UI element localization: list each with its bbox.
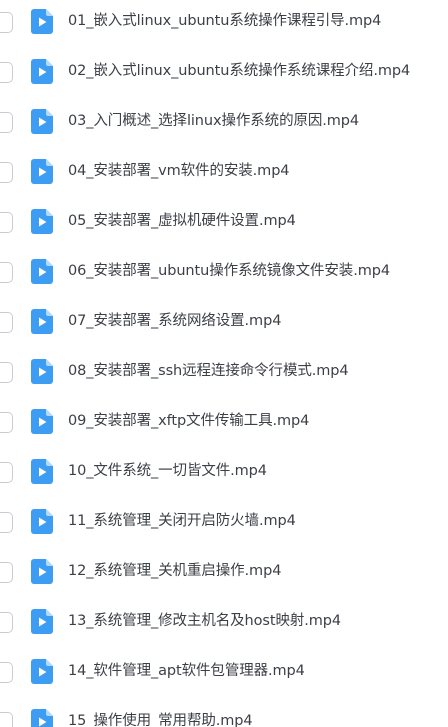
row-checkbox[interactable] (0, 612, 13, 633)
video-file-icon (31, 409, 53, 434)
row-checkbox[interactable] (0, 162, 13, 183)
row-checkbox[interactable] (0, 662, 13, 683)
video-file-icon (31, 709, 53, 727)
file-row[interactable]: 01_嵌入式linux_ubuntu系统操作课程引导.mp4 (0, 0, 448, 50)
file-row[interactable]: 08_安装部署_ssh远程连接命令行模式.mp4 (0, 350, 448, 400)
file-row[interactable]: 13_系统管理_修改主机名及host映射.mp4 (0, 600, 448, 650)
video-file-icon (31, 159, 53, 184)
file-name: 15_操作使用_常用帮助.mp4 (68, 713, 253, 727)
video-file-icon (31, 209, 53, 234)
video-file-icon (31, 609, 53, 634)
row-checkbox[interactable] (0, 262, 13, 283)
file-name: 11_系统管理_关闭开启防火墙.mp4 (68, 513, 296, 529)
row-checkbox[interactable] (0, 712, 13, 727)
file-name: 09_安装部署_xftp文件传输工具.mp4 (68, 413, 310, 429)
video-file-icon (31, 309, 53, 334)
row-checkbox[interactable] (0, 112, 13, 133)
row-checkbox[interactable] (0, 62, 13, 83)
file-row[interactable]: 09_安装部署_xftp文件传输工具.mp4 (0, 400, 448, 450)
file-name: 05_安装部署_虚拟机硬件设置.mp4 (68, 213, 296, 229)
file-name: 02_嵌入式linux_ubuntu系统操作系统课程介绍.mp4 (68, 63, 411, 79)
video-file-icon (31, 109, 53, 134)
video-file-icon (31, 509, 53, 534)
file-row[interactable]: 10_文件系统_一切皆文件.mp4 (0, 450, 448, 500)
row-checkbox[interactable] (0, 462, 13, 483)
file-row[interactable]: 11_系统管理_关闭开启防火墙.mp4 (0, 500, 448, 550)
file-row[interactable]: 06_安装部署_ubuntu操作系统镜像文件安装.mp4 (0, 250, 448, 300)
file-row[interactable]: 14_软件管理_apt软件包管理器.mp4 (0, 650, 448, 700)
video-file-icon (31, 59, 53, 84)
file-name: 07_安装部署_系统网络设置.mp4 (68, 313, 282, 329)
row-checkbox[interactable] (0, 362, 13, 383)
row-checkbox[interactable] (0, 312, 13, 333)
file-name: 08_安装部署_ssh远程连接命令行模式.mp4 (68, 363, 349, 379)
file-name: 06_安装部署_ubuntu操作系统镜像文件安装.mp4 (68, 263, 390, 279)
file-row[interactable]: 04_安装部署_vm软件的安装.mp4 (0, 150, 448, 200)
file-row[interactable]: 15_操作使用_常用帮助.mp4 (0, 700, 448, 727)
file-row[interactable]: 05_安装部署_虚拟机硬件设置.mp4 (0, 200, 448, 250)
row-checkbox[interactable] (0, 212, 13, 233)
video-file-icon (31, 459, 53, 484)
video-file-icon (31, 9, 53, 34)
file-name: 01_嵌入式linux_ubuntu系统操作课程引导.mp4 (68, 13, 382, 29)
file-name: 04_安装部署_vm软件的安装.mp4 (68, 163, 290, 179)
video-file-icon (31, 259, 53, 284)
video-file-icon (31, 559, 53, 584)
file-row[interactable]: 03_入门概述_选择linux操作系统的原因.mp4 (0, 100, 448, 150)
row-checkbox[interactable] (0, 12, 13, 33)
file-name: 12_系统管理_关机重启操作.mp4 (68, 563, 282, 579)
row-checkbox[interactable] (0, 562, 13, 583)
file-name: 03_入门概述_选择linux操作系统的原因.mp4 (68, 113, 360, 129)
file-name: 10_文件系统_一切皆文件.mp4 (68, 463, 267, 479)
file-row[interactable]: 07_安装部署_系统网络设置.mp4 (0, 300, 448, 350)
video-file-icon (31, 359, 53, 384)
row-checkbox[interactable] (0, 412, 13, 433)
file-list: 01_嵌入式linux_ubuntu系统操作课程引导.mp4 02_嵌入式lin… (0, 0, 448, 727)
file-name: 13_系统管理_修改主机名及host映射.mp4 (68, 613, 342, 629)
file-row[interactable]: 02_嵌入式linux_ubuntu系统操作系统课程介绍.mp4 (0, 50, 448, 100)
video-file-icon (31, 659, 53, 684)
file-name: 14_软件管理_apt软件包管理器.mp4 (68, 663, 305, 679)
row-checkbox[interactable] (0, 512, 13, 533)
file-row[interactable]: 12_系统管理_关机重启操作.mp4 (0, 550, 448, 600)
